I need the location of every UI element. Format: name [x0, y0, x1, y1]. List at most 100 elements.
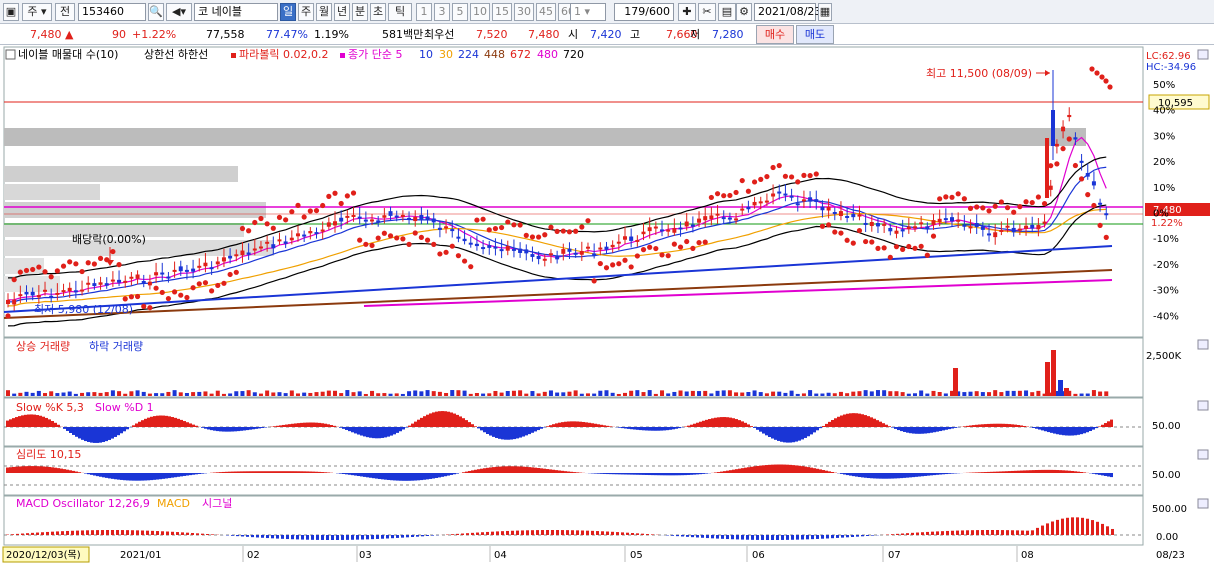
candle-body: [166, 276, 171, 279]
stoch-area: [579, 421, 582, 427]
crosshair-icon[interactable]: ✚: [678, 3, 696, 21]
bar-count-field[interactable]: 179/600: [614, 3, 674, 21]
macd-osc-bar: [571, 530, 574, 535]
stoch-area: [36, 415, 39, 427]
macd-osc-bar: [746, 535, 749, 540]
sar-dot: [357, 237, 363, 243]
stoch-area: [1002, 423, 1005, 427]
period-day[interactable]: 일: [280, 3, 296, 21]
period-select[interactable]: 주 ▾: [22, 3, 52, 21]
buy-button[interactable]: 매수: [756, 25, 794, 44]
interval-1[interactable]: 1: [416, 3, 432, 21]
period-year[interactable]: 년: [334, 3, 350, 21]
macd-osc-bar: [196, 533, 199, 535]
volume-bar: [462, 390, 467, 396]
psy-area: [1107, 473, 1110, 477]
period-minute[interactable]: 분: [352, 3, 368, 21]
stoch-area: [741, 421, 744, 427]
candle-body: [764, 200, 769, 203]
stoch-area: [678, 427, 681, 429]
psy-area: [306, 471, 309, 473]
volume-bar: [1073, 393, 1078, 396]
interval-15[interactable]: 15: [492, 3, 512, 21]
sar-dot: [967, 205, 974, 211]
date-field[interactable]: 2021/08/23: [754, 3, 821, 21]
date-tick-jun: 06: [752, 550, 765, 561]
prev-button[interactable]: 전: [55, 3, 75, 21]
stoch-area: [429, 413, 432, 427]
interval-30[interactable]: 30: [514, 3, 534, 21]
sar-dot: [375, 235, 381, 241]
stoch-area: [639, 427, 642, 431]
volume-bar: [530, 391, 535, 396]
period-second[interactable]: 초: [370, 3, 386, 21]
candle-body: [370, 219, 375, 222]
gear-icon[interactable]: ⚙: [736, 3, 752, 21]
chart-menu-icon[interactable]: ▣: [3, 3, 19, 21]
speaker-icon[interactable]: ◀▾: [166, 3, 192, 21]
sar-dot: [813, 171, 819, 177]
psy-area: [225, 471, 228, 473]
save-icon[interactable]: ▤: [718, 3, 736, 21]
volume-bar: [265, 390, 270, 396]
macd-osc-bar: [686, 535, 689, 537]
macd-osc-bar: [211, 534, 214, 535]
volume-bar: [838, 391, 843, 396]
period-month[interactable]: 월: [316, 3, 332, 21]
macd-osc-bar: [561, 530, 564, 535]
macd-osc-bar: [286, 535, 289, 540]
stock-code-input[interactable]: 153460: [78, 3, 146, 21]
volume-bar: [326, 390, 331, 396]
stock-name-field[interactable]: 코 네이블: [194, 3, 278, 21]
interval-3[interactable]: 3: [434, 3, 450, 21]
stoch-area: [732, 418, 735, 427]
sar-dot: [363, 241, 369, 247]
sell-button[interactable]: 매도: [796, 25, 834, 44]
stoch-area: [534, 427, 537, 432]
date-tick-aug: 08: [1021, 550, 1034, 561]
stoch-panel-close-icon[interactable]: [1197, 400, 1209, 411]
interval-input[interactable]: 1 ▾: [570, 3, 606, 21]
psy-panel-close-icon[interactable]: [1197, 449, 1209, 460]
macd-osc-bar: [316, 535, 319, 540]
sar-dot: [36, 264, 42, 270]
volume-bar: [592, 393, 597, 396]
stoch-area: [360, 427, 363, 436]
stoch-area: [258, 427, 261, 429]
macd-osc-bar: [701, 535, 704, 538]
period-week[interactable]: 주: [298, 3, 314, 21]
candle-body: [542, 258, 547, 261]
stoch-area: [237, 427, 240, 432]
stoch-area: [456, 414, 459, 427]
volume-bar: [197, 391, 202, 396]
price-panel-close-icon[interactable]: [1197, 49, 1209, 60]
volume-panel-close-icon[interactable]: [1197, 339, 1209, 350]
calendar-icon[interactable]: ▦: [818, 3, 832, 21]
sar-dot: [1060, 146, 1066, 152]
interval-10[interactable]: 10: [470, 3, 490, 21]
macd-panel-close-icon[interactable]: [1197, 498, 1209, 509]
macd-osc-bar: [346, 535, 349, 540]
interval-5[interactable]: 5: [452, 3, 468, 21]
stoch-area: [123, 427, 126, 432]
macd-osc-bar: [116, 530, 119, 535]
interval-45[interactable]: 45: [536, 3, 556, 21]
macd-osc-bar: [156, 531, 159, 535]
stoch-area: [498, 427, 501, 439]
stoch-area: [786, 427, 789, 443]
period-tick[interactable]: 틱: [388, 3, 412, 21]
legend-box-icon[interactable]: [5, 49, 16, 60]
candle-body: [524, 249, 529, 254]
search-icon[interactable]: 🔍: [148, 3, 164, 21]
candle-body: [73, 290, 78, 293]
psy-area: [813, 468, 816, 473]
stoch-area: [54, 422, 57, 427]
stoch-area: [264, 427, 267, 428]
stoch-area: [771, 427, 774, 439]
psy-area: [363, 473, 366, 477]
tool-icon[interactable]: ✂: [698, 3, 716, 21]
volume-bar: [555, 392, 560, 396]
stoch-area: [483, 427, 486, 433]
volume-bar: [777, 391, 782, 396]
stock-chart[interactable]: 네이블 매물대 수(10) 상한선 하한선 파라볼릭 0.02,0.2 종가 단…: [0, 45, 1214, 569]
